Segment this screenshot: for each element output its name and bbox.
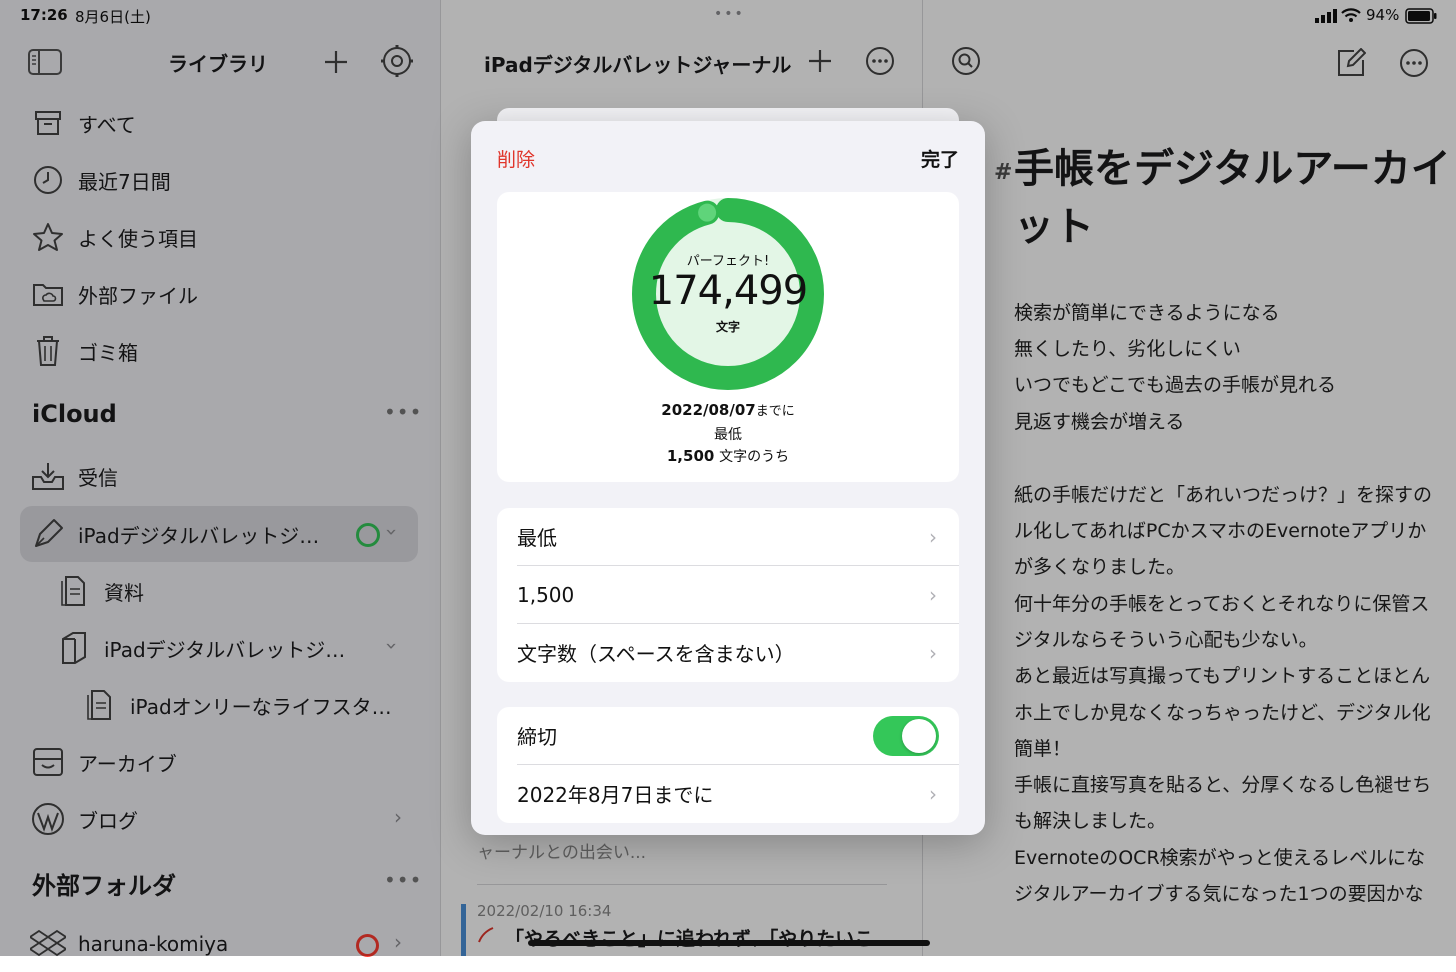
deadline-toggle-row: 締切 bbox=[497, 707, 959, 764]
character-unit: 文字 bbox=[715, 320, 740, 334]
goal-type-row[interactable]: 最低 › bbox=[497, 508, 959, 565]
home-indicator[interactable] bbox=[528, 940, 930, 946]
goal-unit-value: 文字数（スペースを含まない） bbox=[517, 642, 795, 666]
goal-amount-row[interactable]: 1,500 › bbox=[497, 566, 959, 623]
deadline-summary: 2022/08/07までに bbox=[497, 400, 959, 419]
goal-type-value: 最低 bbox=[517, 526, 557, 550]
goal-amount-value: 1,500 bbox=[517, 582, 575, 607]
progress-ring-head bbox=[698, 203, 717, 222]
deadline-date: 2022/08/07 bbox=[661, 401, 756, 419]
chevron-right-icon: › bbox=[929, 583, 937, 607]
target-summary: 1,500 文字のうち bbox=[497, 446, 959, 466]
deadline-toggle-switch[interactable] bbox=[873, 716, 939, 756]
progress-card: パーフェクト! 174,499 文字 2022/08/07までに 最低 1,50… bbox=[497, 192, 959, 482]
deadline-suffix: までに bbox=[755, 404, 795, 419]
character-count: 174,499 bbox=[648, 268, 808, 314]
chevron-right-icon: › bbox=[929, 641, 937, 665]
goal-unit-row[interactable]: 文字数（スペースを含まない） › bbox=[497, 624, 959, 681]
target-suffix: 文字のうち bbox=[719, 449, 790, 465]
toggle-knob bbox=[902, 719, 936, 753]
target-count: 1,500 bbox=[666, 447, 715, 465]
deadline-card: 締切 2022年8月7日までに › bbox=[497, 707, 959, 823]
goal-card: 最低 › 1,500 › 文字数（スペースを含まない） › bbox=[497, 508, 959, 682]
deadline-date-value: 2022年8月7日までに bbox=[517, 783, 714, 807]
done-button[interactable]: 完了 bbox=[921, 145, 959, 172]
chevron-right-icon: › bbox=[929, 525, 937, 549]
chevron-right-icon: › bbox=[929, 782, 937, 806]
goal-settings-modal: 削除 完了 パーフェクト! 174,499 文字 2022/08/07までに 最… bbox=[471, 121, 985, 835]
deadline-date-row[interactable]: 2022年8月7日までに › bbox=[497, 765, 959, 822]
perfect-label: パーフェクト! bbox=[686, 254, 770, 269]
minimum-label: 最低 bbox=[714, 427, 742, 443]
delete-button[interactable]: 削除 bbox=[497, 145, 535, 172]
deadline-toggle-label: 締切 bbox=[517, 725, 557, 749]
